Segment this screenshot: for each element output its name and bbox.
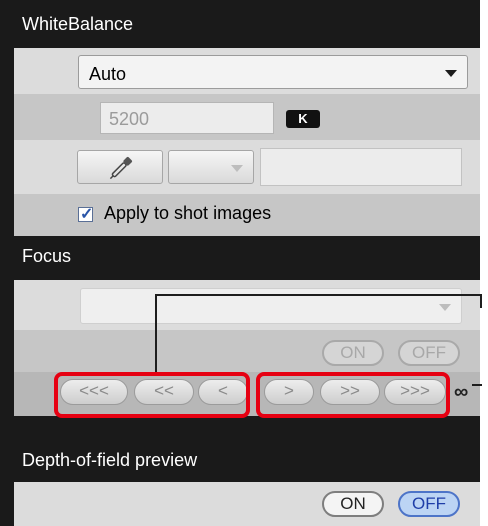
chevron-down-icon: [439, 304, 451, 311]
chevron-down-icon: [231, 165, 243, 172]
apply-label: Apply to shot images: [104, 203, 272, 223]
eyedropper-button[interactable]: [77, 150, 163, 184]
checkmark-icon: ✓: [80, 206, 94, 223]
focus-select-row: [14, 280, 480, 330]
dof-header: Depth-of-field preview: [14, 450, 480, 471]
settings-panel: WhiteBalance Auto 5200 K ✓ Apply to shot…: [0, 0, 480, 526]
dof-onoff-row: ON OFF: [14, 482, 480, 526]
white-balance-title: WhiteBalance: [22, 14, 134, 34]
wb-mode-row: Auto: [14, 48, 480, 94]
focus-onoff-row: ON OFF: [14, 330, 480, 372]
apply-checkbox[interactable]: ✓: [78, 206, 94, 223]
focus-header: Focus: [14, 246, 480, 267]
wb-mode-value: Auto: [89, 64, 127, 84]
focus-off-button[interactable]: OFF: [398, 340, 460, 366]
white-balance-header: WhiteBalance: [14, 14, 480, 35]
kelvin-input[interactable]: 5200: [100, 102, 274, 134]
dof-off-button[interactable]: OFF: [398, 491, 460, 517]
wb-preset-field[interactable]: [260, 148, 462, 186]
callout-line-edge: [480, 294, 482, 308]
callout-line-top: [155, 294, 482, 296]
far-focus-highlight: [256, 372, 450, 418]
dof-on-label: ON: [340, 494, 366, 513]
focus-off-label: OFF: [412, 343, 446, 362]
wb-preset-select[interactable]: [168, 150, 254, 184]
wb-kelvin-row: 5200 K: [14, 94, 480, 140]
dof-off-label: OFF: [412, 494, 446, 513]
dof-on-button[interactable]: ON: [322, 491, 384, 517]
focus-on-label: ON: [340, 343, 366, 362]
wb-eyedropper-row: [14, 140, 480, 194]
wb-mode-select[interactable]: Auto: [78, 55, 468, 89]
kelvin-unit-badge: K: [286, 110, 320, 128]
callout-line-left-vertical: [155, 294, 157, 374]
kelvin-unit: K: [298, 111, 308, 126]
focus-title: Focus: [22, 246, 72, 266]
eyedropper-icon: [109, 156, 133, 180]
dof-title: Depth-of-field preview: [22, 450, 198, 470]
apply-row: ✓ Apply to shot images: [14, 194, 480, 236]
focus-on-button[interactable]: ON: [322, 340, 384, 366]
kelvin-value: 5200: [109, 109, 150, 129]
near-focus-highlight: [54, 372, 250, 418]
infinity-icon: ∞: [454, 381, 469, 403]
chevron-down-icon: [445, 70, 457, 77]
callout-line-right: [472, 384, 482, 386]
